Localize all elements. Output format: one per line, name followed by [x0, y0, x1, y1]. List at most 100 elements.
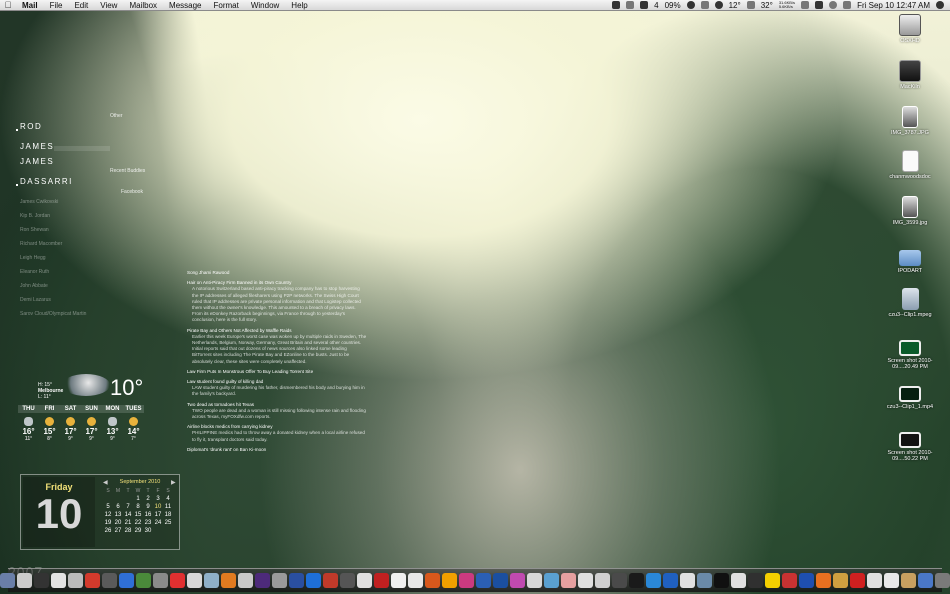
dock-app-icon[interactable]: [833, 573, 848, 588]
menu-format[interactable]: Format: [208, 1, 245, 10]
dock-app-icon[interactable]: [527, 573, 542, 588]
wifi-icon[interactable]: [843, 1, 852, 9]
dock-app-icon[interactable]: [748, 573, 763, 588]
contact-group-dassarri[interactable]: DASSARRI: [16, 177, 73, 186]
dock-app-icon[interactable]: [544, 573, 559, 588]
mail-status-icon[interactable]: [626, 1, 635, 9]
menu-view[interactable]: View: [94, 1, 123, 10]
contact-list-item[interactable]: Ron Shewan: [20, 227, 49, 233]
dock-app-icon[interactable]: [476, 573, 491, 588]
dock-app-icon[interactable]: [884, 573, 899, 588]
dock-app-icon[interactable]: [374, 573, 389, 588]
dock-app-icon[interactable]: [170, 573, 185, 588]
desktop-icon[interactable]: Screen shot 2010-09....20.49 PM: [882, 334, 938, 370]
screen-icon[interactable]: [700, 1, 709, 9]
desktop-icon[interactable]: Screen shot 2010-09....50.22 PM: [882, 426, 938, 462]
dock-app-icon[interactable]: [459, 573, 474, 588]
contact-group-james-2[interactable]: JAMES: [20, 157, 54, 166]
news-headline[interactable]: Diplomat's 'drunk rant' on Ban Ki-moon: [187, 447, 367, 453]
contact-list-item[interactable]: John Abbate: [20, 283, 48, 289]
calendar-day-cell[interactable]: 22: [133, 520, 143, 526]
calendar-day-cell[interactable]: 19: [103, 520, 113, 526]
dock-app-icon[interactable]: [595, 573, 610, 588]
menu-help[interactable]: Help: [285, 1, 313, 10]
desktop-icon[interactable]: IMG_3599.jpg: [882, 196, 938, 226]
menu-extra-icon[interactable]: [612, 1, 621, 9]
contact-list-item[interactable]: Richard Macomber: [20, 241, 62, 247]
dock-app-icon[interactable]: [663, 573, 678, 588]
menu-mailbox[interactable]: Mailbox: [123, 1, 163, 10]
calendar-day-cell[interactable]: 25: [163, 520, 173, 526]
spotlight-icon[interactable]: [936, 1, 944, 9]
desktop-icon[interactable]: OSXHD: [882, 14, 938, 44]
calendar-day-cell[interactable]: 2: [143, 496, 153, 502]
dock-app-icon[interactable]: [510, 573, 525, 588]
network-meter[interactable]: 31.6KB/s 5.6KB/s: [779, 1, 795, 9]
dock-app-icon[interactable]: [816, 573, 831, 588]
volume-icon[interactable]: [815, 1, 824, 9]
battery-percent[interactable]: 09%: [665, 1, 681, 10]
calendar-day-cell[interactable]: 26: [103, 528, 113, 534]
dock-app-icon[interactable]: [357, 573, 372, 588]
dock-app-icon[interactable]: [68, 573, 83, 588]
dock-app-icon[interactable]: [646, 573, 661, 588]
dock-app-icon[interactable]: [391, 573, 406, 588]
time-machine-icon[interactable]: [829, 1, 838, 9]
apple-menu-icon[interactable]: : [0, 0, 16, 10]
dock-app-icon[interactable]: [901, 573, 916, 588]
weather-widget[interactable]: H: 15° Melbourne L: 11° 10° THU 16° 11° FRI…: [18, 372, 148, 450]
desktop-icon[interactable]: czu3--Clip1.mpeg: [882, 288, 938, 318]
contact-list-item[interactable]: James Cwikovski: [20, 199, 58, 205]
calendar-day-cell[interactable]: 12: [103, 512, 113, 518]
contact-group-james[interactable]: JAMES: [20, 142, 54, 151]
dock-app-icon[interactable]: [442, 573, 457, 588]
contact-list-item[interactable]: Kip B. Jordan: [20, 213, 50, 219]
desktop-icon[interactable]: chanmwoodsdoc: [882, 150, 938, 180]
dock-app-icon[interactable]: [731, 573, 746, 588]
menu-edit[interactable]: Edit: [68, 1, 94, 10]
dock-app-icon[interactable]: [136, 573, 151, 588]
dock-app-icon[interactable]: [238, 573, 253, 588]
menu-window[interactable]: Window: [245, 1, 285, 10]
battery-level[interactable]: 4: [654, 1, 658, 10]
status-icon[interactable]: [686, 1, 695, 9]
dock-app-icon[interactable]: [578, 573, 593, 588]
contacts-facebook-label[interactable]: Facebook: [121, 189, 143, 195]
dock-app-icon[interactable]: [935, 573, 950, 588]
calendar-day-cell[interactable]: 5: [103, 504, 113, 510]
news-headline[interactable]: Song Jhami Rawood: [187, 270, 367, 276]
dock-app-icon[interactable]: [408, 573, 423, 588]
calendar-day-cell[interactable]: 11: [163, 504, 173, 510]
dock-app-icon[interactable]: [221, 573, 236, 588]
contact-list-item[interactable]: Sarov Cloud/Olympicat Martin: [20, 311, 86, 317]
weather-icon[interactable]: [714, 1, 723, 9]
contact-list-item[interactable]: Demi Lazarus: [20, 297, 51, 303]
dock-app-icon[interactable]: [714, 573, 729, 588]
dock-app-icon[interactable]: [119, 573, 134, 588]
calendar-day-cell[interactable]: 13: [113, 512, 123, 518]
calendar-day-cell[interactable]: 28: [123, 528, 133, 534]
dock-app-icon[interactable]: [561, 573, 576, 588]
contacts-recent-label[interactable]: Recent Buddies: [110, 168, 145, 174]
dock-app-icon[interactable]: [765, 573, 780, 588]
dock-app-icon[interactable]: [255, 573, 270, 588]
dock-app-icon[interactable]: [612, 573, 627, 588]
cpu-temp[interactable]: 32°: [761, 1, 773, 10]
news-headline[interactable]: Law Firm Puts In Monstrous Offer To Buy …: [187, 369, 367, 375]
dock-app-icon[interactable]: [204, 573, 219, 588]
menu-file[interactable]: File: [44, 1, 69, 10]
bluetooth-icon[interactable]: [801, 1, 810, 9]
calendar-day-cell[interactable]: 29: [133, 528, 143, 534]
calendar-day-cell[interactable]: 14: [123, 512, 133, 518]
menu-message[interactable]: Message: [163, 1, 207, 10]
calendar-day-cell[interactable]: 27: [113, 528, 123, 534]
calendar-day-cell[interactable]: 7: [123, 504, 133, 510]
desktop-icon[interactable]: IMG_3787.JPG: [882, 106, 938, 136]
calendar-day-cell[interactable]: 4: [163, 496, 173, 502]
chart-icon[interactable]: [746, 1, 755, 9]
dock-app-icon[interactable]: [17, 573, 32, 588]
calendar-day-cell[interactable]: 23: [143, 520, 153, 526]
dock-app-icon[interactable]: [289, 573, 304, 588]
calendar-day-cell[interactable]: 17: [153, 512, 163, 518]
clock[interactable]: Fri Sep 10 12:47 AM: [857, 1, 930, 10]
